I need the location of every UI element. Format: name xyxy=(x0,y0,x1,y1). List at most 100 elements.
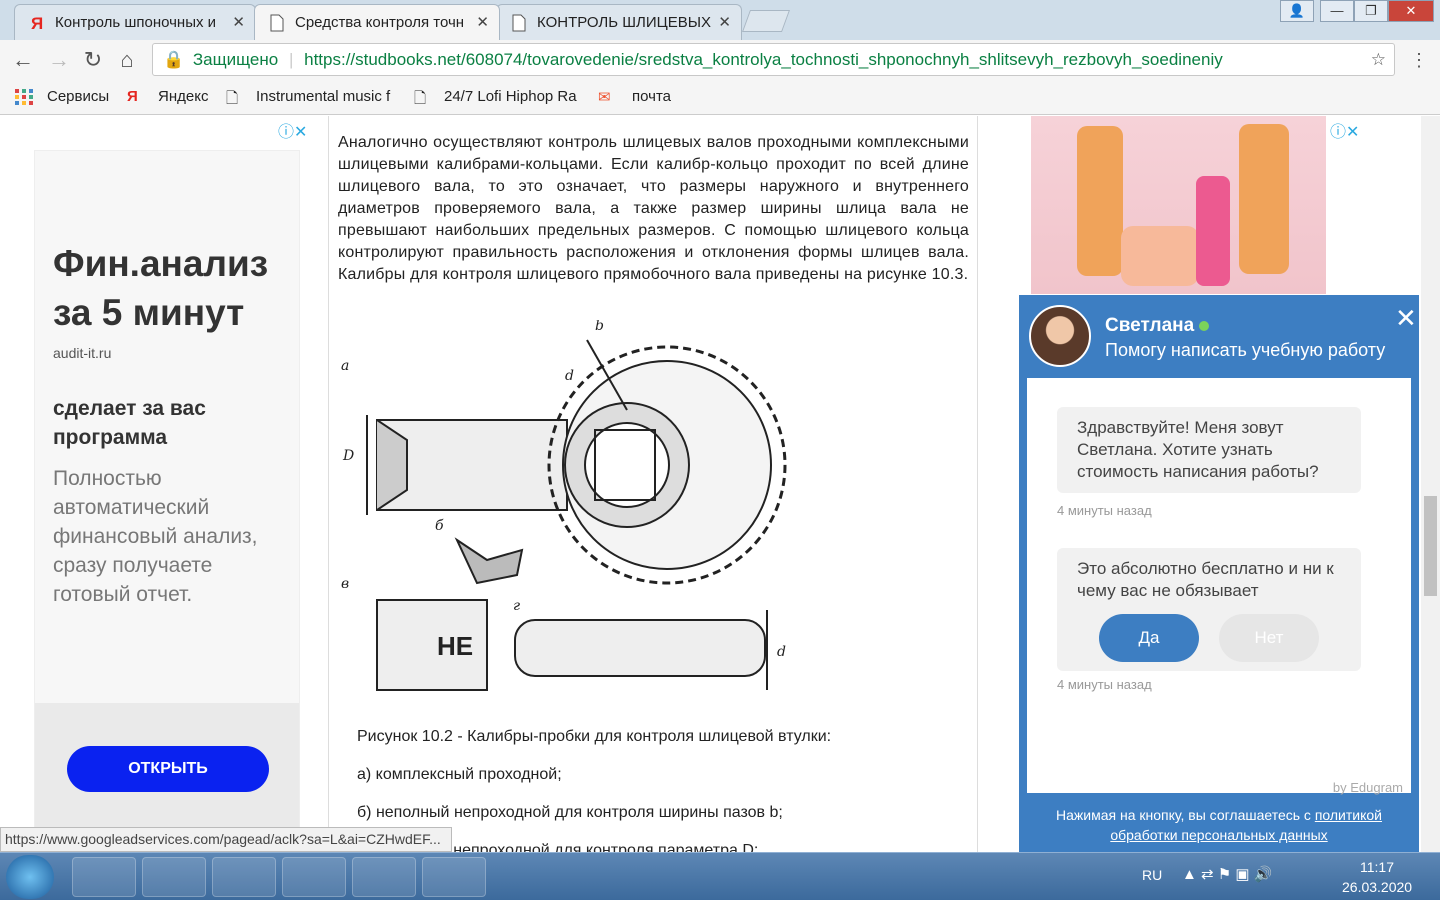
tab-2[interactable]: Средства контроля точн ✕ xyxy=(254,4,500,40)
clock-date[interactable]: 26.03.2020 xyxy=(1342,879,1412,895)
ad-sub: сделает за вас программа xyxy=(53,397,206,449)
agent-subtitle: Помогу написать учебную работу xyxy=(1105,340,1386,360)
shampoo-bottle xyxy=(1077,126,1123,276)
ad-domain: audit-it.ru xyxy=(53,345,112,361)
tray-icons[interactable]: ▲ ⇄ ⚑ ▣ 🔊 xyxy=(1182,865,1272,883)
back-icon[interactable]: ← xyxy=(8,46,38,74)
close-icon[interactable]: ✕ xyxy=(476,13,489,31)
bookmark-yandex[interactable]: Яндекс xyxy=(158,88,208,105)
page-content: ⓘ✕ Фин.анализ за 5 минут audit-it.ru сде… xyxy=(0,116,1440,852)
page-icon: 🗋 xyxy=(414,90,427,107)
title-bar: Я Контроль шпоночных и ✕ Средства контро… xyxy=(0,0,1440,40)
tab-3[interactable]: КОНТРОЛЬ ШЛИЦЕВЫХ ✕ xyxy=(496,4,742,40)
close-icon[interactable]: ✕ xyxy=(1395,303,1417,334)
tab-title: Средства контроля точн xyxy=(295,14,465,31)
yandex-icon: Я xyxy=(29,14,45,33)
reload-icon[interactable]: ↻ xyxy=(78,46,108,74)
scrollbar-thumb[interactable] xyxy=(1424,496,1437,596)
url-text: https://studbooks.net/608074/tovaroveden… xyxy=(304,50,1223,69)
maximize-button[interactable]: ❐ xyxy=(1354,0,1388,22)
page-icon: 🗋 xyxy=(226,90,239,107)
ad-open-button[interactable]: ОТКРЫТЬ xyxy=(67,746,269,792)
new-tab-button[interactable] xyxy=(741,10,791,32)
left-ad[interactable]: Фин.анализ за 5 минут audit-it.ru сделае… xyxy=(34,150,300,850)
cream-jar xyxy=(1121,226,1199,286)
chat-widget: Светлана Помогу написать учебную работу … xyxy=(1019,295,1419,852)
mail-icon: ✉ xyxy=(598,89,611,106)
star-icon[interactable]: ☆ xyxy=(1371,44,1386,75)
chat-message-text: Это абсолютно бесплатно и ни к чему вас … xyxy=(1077,559,1334,600)
fig-label-bdim: b xyxy=(595,320,604,334)
yandex-browser-icon[interactable] xyxy=(352,857,416,897)
agent-name: Светлана xyxy=(1105,315,1195,336)
fig-label-b: б xyxy=(435,518,444,534)
close-icon[interactable]: ✕ xyxy=(232,13,245,31)
message-time: 4 минуты назад xyxy=(1057,677,1152,692)
lock-icon: 🔒 xyxy=(163,50,185,69)
caption-item: б) неполный непроходной для контроля шир… xyxy=(357,804,783,821)
consent-text: Нажимая на кнопку, вы соглашаетесь с пол… xyxy=(1041,805,1397,845)
fig-label-g: г xyxy=(513,598,520,614)
chat-messages: Здравствуйте! Меня зовут Светлана. Хотит… xyxy=(1027,378,1411,795)
avatar xyxy=(1029,305,1091,367)
forward-icon[interactable]: → xyxy=(44,46,74,74)
bookmark-mail[interactable]: почта xyxy=(632,88,671,105)
fig-label-d2: d xyxy=(777,644,786,660)
adchoices-icon[interactable]: ⓘ✕ xyxy=(1330,118,1359,142)
tab-1[interactable]: Я Контроль шпоночных и ✕ xyxy=(14,4,256,40)
profile-icon[interactable]: 👤 xyxy=(1280,0,1314,22)
word-icon[interactable] xyxy=(422,857,486,897)
shampoo-bottle xyxy=(1239,124,1289,274)
adchoices-icon[interactable]: ⓘ✕ xyxy=(278,118,307,142)
message-time: 4 минуты назад xyxy=(1057,503,1152,518)
yandex-icon: Я xyxy=(127,88,138,105)
consent-prefix: Нажимая на кнопку, вы соглашаетесь с xyxy=(1056,807,1315,823)
document-icon xyxy=(269,14,285,32)
scrollbar[interactable] xyxy=(1421,116,1440,852)
home-icon[interactable]: ⌂ xyxy=(112,46,142,74)
menu-icon[interactable]: ⋮ xyxy=(1404,46,1434,74)
fig-label-v: в xyxy=(341,576,349,592)
online-status-icon xyxy=(1199,321,1209,331)
svg-text:Я: Я xyxy=(31,14,43,32)
minimize-button[interactable]: — xyxy=(1320,0,1354,22)
document-icon xyxy=(511,14,527,32)
clock-time[interactable]: 11:17 xyxy=(1360,859,1394,875)
article-paragraph: Аналогично осуществляют контроль шлицевы… xyxy=(338,134,969,283)
article: Аналогично осуществляют контроль шлицевы… xyxy=(328,116,978,852)
brand-label: by Edugram xyxy=(1332,780,1403,795)
serum-bottle xyxy=(1196,176,1230,286)
close-window-button[interactable]: ✕ xyxy=(1388,0,1434,22)
tab-title: Контроль шпоночных и xyxy=(55,14,217,31)
fig-label-a: а xyxy=(341,358,349,374)
fig-label-ne: НЕ xyxy=(437,631,473,661)
fig-label-D: D xyxy=(342,448,354,464)
folder-icon[interactable] xyxy=(142,857,206,897)
tab-title: КОНТРОЛЬ ШЛИЦЕВЫХ xyxy=(537,14,712,31)
fig-label-d: d xyxy=(565,368,574,384)
right-ad-image[interactable] xyxy=(1031,116,1326,294)
chat-message: Это абсолютно бесплатно и ни к чему вас … xyxy=(1057,548,1361,671)
taskbar: RU ▲ ⇄ ⚑ ▣ 🔊 11:17 26.03.2020 xyxy=(0,852,1440,900)
bookmark-instrumental[interactable]: Instrumental music f xyxy=(256,88,394,105)
address-bar[interactable]: 🔒 Защищено | https://studbooks.net/60807… xyxy=(152,43,1395,76)
ie-icon[interactable] xyxy=(72,857,136,897)
language-indicator[interactable]: RU xyxy=(1142,867,1162,883)
ad-headline: Фин.анализ за 5 минут xyxy=(53,243,269,333)
gauge-figure: а D d b б в г d НЕ xyxy=(341,320,787,691)
bookmark-services[interactable]: Сервисы xyxy=(47,88,109,105)
chat-message: Здравствуйте! Меня зовут Светлана. Хотит… xyxy=(1057,407,1361,493)
secure-label: Защищено xyxy=(192,50,279,69)
figure-caption: Рисунок 10.2 - Калибры-пробки для контро… xyxy=(357,728,832,745)
caption-item: а) комплексный проходной; xyxy=(357,766,562,783)
chrome-icon[interactable] xyxy=(282,857,346,897)
apps-icon[interactable] xyxy=(14,88,34,110)
bookmark-lofi[interactable]: 24/7 Lofi Hiphop Ra xyxy=(444,88,582,105)
start-button[interactable] xyxy=(6,855,54,899)
close-icon[interactable]: ✕ xyxy=(718,13,731,31)
yes-button[interactable]: Да xyxy=(1099,614,1199,662)
media-player-icon[interactable] xyxy=(212,857,276,897)
ad-body: Полностью автоматический финансовый анал… xyxy=(53,467,258,606)
status-bar-url: https://www.googleadservices.com/pagead/… xyxy=(0,827,452,852)
no-button[interactable]: Нет xyxy=(1219,614,1319,662)
